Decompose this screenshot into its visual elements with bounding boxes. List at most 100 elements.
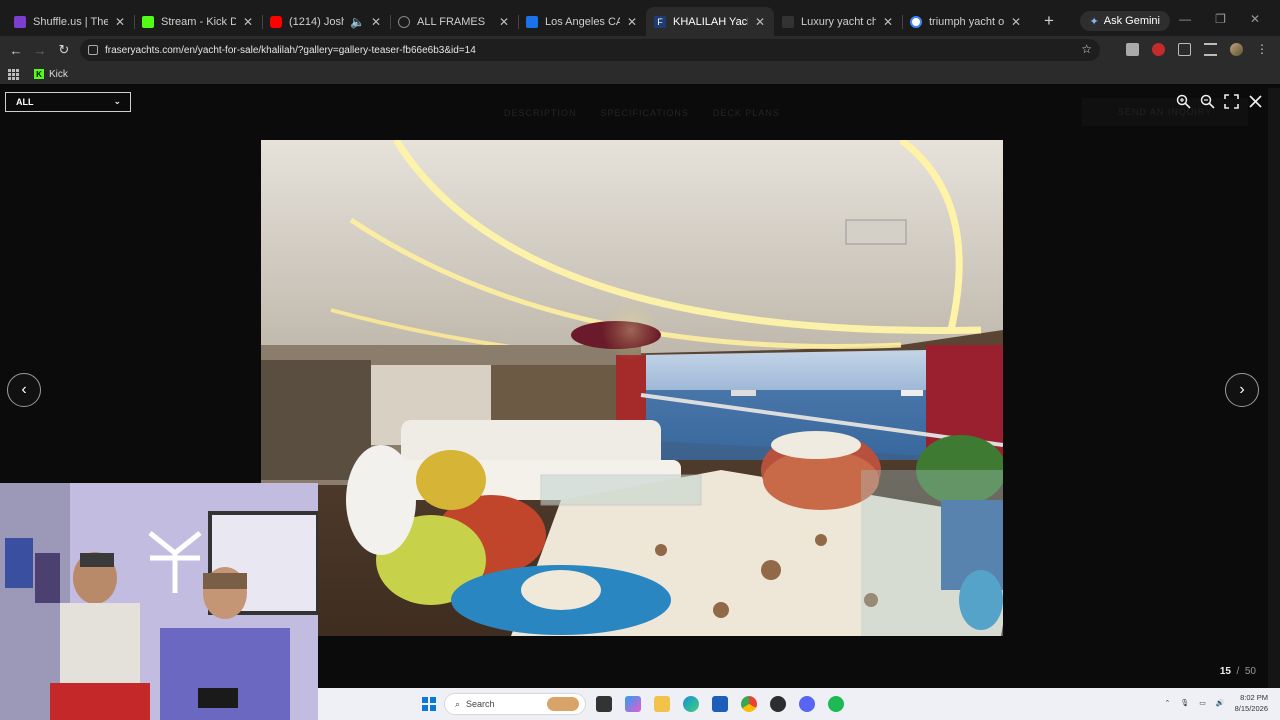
reading-list-icon[interactable] xyxy=(1204,42,1217,56)
minimize-icon[interactable]: — xyxy=(1179,12,1191,26)
url-text[interactable]: fraseryachts.com/en/yacht-for-sale/khali… xyxy=(105,45,476,56)
tab-title: KHALILAH Yacht for Sale xyxy=(673,16,748,28)
close-icon[interactable]: ✕ xyxy=(114,15,126,29)
chevron-left-icon: ‹ xyxy=(21,381,27,398)
chrome-icon[interactable] xyxy=(741,696,757,712)
zoom-out-icon[interactable] xyxy=(1200,94,1215,109)
total-count: 50 xyxy=(1244,666,1256,677)
taskbar-apps xyxy=(596,696,844,712)
tab-title: Luxury yacht charter C xyxy=(801,16,876,28)
reload-icon[interactable]: ↻ xyxy=(52,42,76,58)
restore-icon[interactable]: ❐ xyxy=(1215,12,1226,26)
close-icon[interactable]: ✕ xyxy=(1010,15,1022,29)
gallery-tools xyxy=(1176,94,1263,109)
forward-arrow-icon[interactable]: → xyxy=(28,43,52,58)
tab-los-angeles-real-estate[interactable]: Los Angeles CA Real Est ✕ xyxy=(518,7,646,37)
bookmark-label: Kick xyxy=(49,68,68,80)
taskbar-search-input[interactable]: ⌕ Search xyxy=(444,693,586,715)
fraser-favicon-icon: F xyxy=(654,16,666,28)
zoom-in-icon[interactable] xyxy=(1176,94,1191,109)
toolbar-extensions: ⋮ xyxy=(1126,42,1268,56)
yacht-salon-image xyxy=(261,140,1003,636)
tab-khalilah-yacht[interactable]: F KHALILAH Yacht for Sale ✕ xyxy=(646,7,774,37)
address-bar[interactable]: fraseryachts.com/en/yacht-for-sale/khali… xyxy=(80,39,1100,61)
globe-favicon-icon xyxy=(398,16,410,28)
bookmarks-bar: K Kick xyxy=(0,64,1280,84)
close-window-icon[interactable]: ✕ xyxy=(1250,12,1260,26)
bookmark-star-icon[interactable]: ☆ xyxy=(1081,42,1092,56)
task-view-icon[interactable] xyxy=(596,696,612,712)
tab-youtube[interactable]: (1214) Josh Baker | 🔈 ✕ xyxy=(262,7,391,37)
close-icon[interactable]: ✕ xyxy=(754,15,766,29)
puzzle-extensions-icon[interactable] xyxy=(1178,42,1191,56)
network-icon[interactable]: ▭ xyxy=(1199,699,1206,707)
window-controls: — ❐ ✕ xyxy=(1179,12,1260,26)
app-icon[interactable] xyxy=(770,696,786,712)
close-icon[interactable]: ✕ xyxy=(882,15,894,29)
page-scrollbar[interactable] xyxy=(1268,88,1280,688)
discord-icon[interactable] xyxy=(799,696,815,712)
back-arrow-icon[interactable]: ← xyxy=(4,43,28,58)
webcam-feed-image xyxy=(0,483,318,720)
file-explorer-icon[interactable] xyxy=(654,696,670,712)
tab-shuffle[interactable]: Shuffle.us | The #1 Free ✕ xyxy=(6,7,135,37)
tab-all-frames[interactable]: ALL FRAMES ✕ xyxy=(390,7,519,37)
gallery-filter-select[interactable]: ALL ⌄ xyxy=(5,92,131,112)
previous-image-button[interactable]: ‹ xyxy=(7,373,41,407)
edge-icon[interactable] xyxy=(683,696,699,712)
site-info-icon[interactable] xyxy=(88,45,98,55)
close-icon[interactable]: ✕ xyxy=(498,15,510,29)
next-image-button[interactable]: › xyxy=(1225,373,1259,407)
copilot-icon[interactable] xyxy=(625,696,641,712)
gemini-label: Ask Gemini xyxy=(1103,15,1160,27)
tab-title: Stream - Kick Dashboard xyxy=(161,16,236,28)
current-index: 15 xyxy=(1219,666,1231,677)
menu-kebab-icon[interactable]: ⋮ xyxy=(1256,42,1268,56)
screen: Shuffle.us | The #1 Free ✕ Stream - Kick… xyxy=(0,0,1280,720)
tab-strip: Shuffle.us | The #1 Free ✕ Stream - Kick… xyxy=(0,0,1280,40)
clock-time: 8:02 PM xyxy=(1240,693,1268,702)
gallery-photo[interactable] xyxy=(261,140,1003,636)
store-icon[interactable] xyxy=(712,696,728,712)
kick-favicon-icon xyxy=(142,16,154,28)
shuffle-favicon-icon xyxy=(14,16,26,28)
tab-title: ALL FRAMES xyxy=(417,16,486,28)
close-icon[interactable]: ✕ xyxy=(370,15,382,29)
system-tray: ⌃ 🎙 ▭ 🔊 8:02 PM 8/15/2026 xyxy=(1165,692,1268,714)
nav-deck-plans: DECK PLANS xyxy=(712,108,780,118)
nav-specifications: SPECIFICATIONS xyxy=(600,108,689,118)
tab-triumph-yacht-owner[interactable]: triumph yacht owner - ✕ xyxy=(902,7,1030,37)
ask-gemini-button[interactable]: ✦ Ask Gemini xyxy=(1079,11,1170,31)
taskbar-clock[interactable]: 8:02 PM 8/15/2026 xyxy=(1235,692,1268,714)
windows-taskbar: ⌕ Search ⌃ 🎙 ▭ 🔊 8:02 PM 8/15/2026 xyxy=(318,688,1280,720)
chevron-up-icon[interactable]: ⌃ xyxy=(1165,699,1171,707)
record-extension-icon[interactable] xyxy=(1152,42,1165,56)
volume-icon[interactable]: 🔊 xyxy=(1216,699,1225,707)
tab-title: (1214) Josh Baker | xyxy=(289,16,344,28)
kick-logo-icon: K xyxy=(34,69,44,79)
speaker-icon[interactable]: 🔈 xyxy=(350,15,365,29)
extension-icon[interactable] xyxy=(1126,42,1139,56)
close-icon[interactable]: ✕ xyxy=(626,15,638,29)
fullscreen-icon[interactable] xyxy=(1224,94,1239,109)
spotify-icon[interactable] xyxy=(828,696,844,712)
tab-kick-dashboard[interactable]: Stream - Kick Dashboard ✕ xyxy=(134,7,263,37)
bookmark-kick[interactable]: K Kick xyxy=(34,69,68,80)
microphone-icon[interactable]: 🎙 xyxy=(1180,699,1189,707)
windows-start-icon[interactable] xyxy=(422,697,436,711)
close-icon[interactable]: ✕ xyxy=(242,15,254,29)
search-placeholder: Search xyxy=(466,699,495,709)
new-tab-plus-icon[interactable]: + xyxy=(1044,11,1054,31)
profile-avatar-icon[interactable] xyxy=(1230,42,1243,56)
counter-separator: / xyxy=(1236,666,1240,677)
apps-grid-icon[interactable] xyxy=(8,69,19,80)
chevron-down-icon: ⌄ xyxy=(113,96,121,106)
filter-value: ALL xyxy=(16,97,34,107)
tab-luxury-yacht-charter[interactable]: Luxury yacht charter C ✕ xyxy=(774,7,903,37)
chevron-right-icon: › xyxy=(1239,381,1245,398)
google-favicon-icon xyxy=(910,16,922,28)
close-gallery-icon[interactable] xyxy=(1248,94,1263,109)
clock-date: 8/15/2026 xyxy=(1234,704,1268,713)
search-icon: ⌕ xyxy=(455,698,461,709)
nav-description: DESCRIPTION xyxy=(504,108,577,118)
